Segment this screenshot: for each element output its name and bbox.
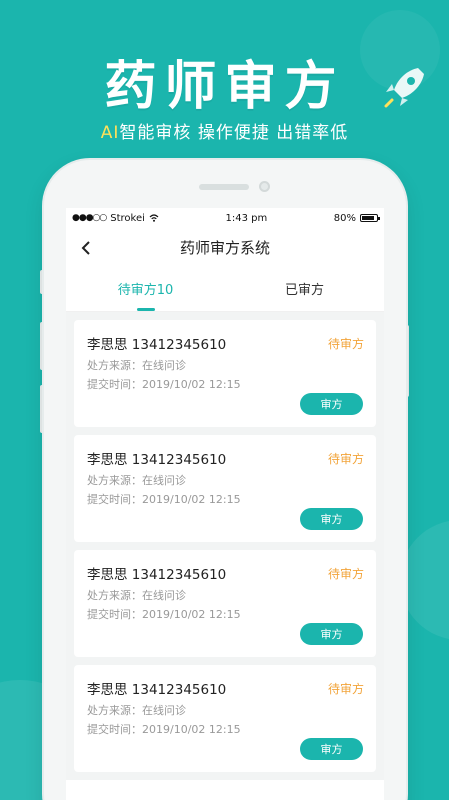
chevron-left-icon bbox=[81, 241, 90, 255]
patient-name-phone: 李思思 13412345610 bbox=[87, 567, 227, 583]
hero-subtitle-accent: AI bbox=[100, 123, 120, 143]
patient-name-phone: 李思思 13412345610 bbox=[87, 682, 227, 698]
submit-time: 提交时间：2019/10/02 12:15 bbox=[87, 378, 241, 391]
status-bar-right: 80% bbox=[333, 212, 380, 224]
status-bar-left: ●●●○○ Strokei bbox=[72, 213, 159, 224]
tab-reviewed[interactable]: 已审方 bbox=[225, 266, 384, 311]
carrier-name: Strokei bbox=[110, 212, 145, 224]
review-button[interactable]: 审方 bbox=[300, 393, 363, 415]
prescription-card[interactable]: 李思思 13412345610 待审方 处方来源：在线问诊 提交时间：2019/… bbox=[74, 320, 376, 427]
submit-time: 提交时间：2019/10/02 12:15 bbox=[87, 723, 241, 736]
tab-pending-label: 待审方10 bbox=[117, 283, 174, 298]
tab-reviewed-label: 已审方 bbox=[284, 283, 324, 298]
phone-speaker bbox=[199, 184, 249, 190]
review-button[interactable]: 审方 bbox=[300, 738, 363, 760]
back-button[interactable] bbox=[74, 236, 98, 260]
hero-subtitle-text: 智能审核 操作便捷 出错率低 bbox=[119, 123, 349, 143]
review-button[interactable]: 审方 bbox=[300, 508, 363, 530]
status-time: 1:43 pm bbox=[225, 212, 268, 224]
prescription-card[interactable]: 李思思 13412345610 待审方 处方来源：在线问诊 提交时间：2019/… bbox=[74, 550, 376, 657]
status-bar: ●●●○○ Strokei 1:43 pm 80% bbox=[66, 208, 384, 228]
page-title: 药师审方系统 bbox=[179, 238, 270, 257]
tab-active-indicator bbox=[136, 308, 155, 311]
hero-subtitle: AI智能审核 操作便捷 出错率低 bbox=[0, 118, 449, 143]
review-button[interactable]: 审方 bbox=[300, 623, 363, 645]
status-badge: 待审方 bbox=[327, 566, 364, 581]
prescription-source: 处方来源：在线问诊 bbox=[87, 704, 186, 717]
status-badge: 待审方 bbox=[327, 336, 364, 351]
prescription-card[interactable]: 李思思 13412345610 待审方 处方来源：在线问诊 提交时间：2019/… bbox=[74, 435, 376, 542]
phone-camera bbox=[259, 181, 270, 192]
rocket-icon bbox=[384, 68, 424, 108]
tab-pending[interactable]: 待审方10 bbox=[66, 266, 225, 311]
nav-bar: 药师审方系统 bbox=[66, 228, 384, 266]
decor-bubble bbox=[400, 520, 449, 640]
status-badge: 待审方 bbox=[327, 681, 364, 696]
patient-name-phone: 李思思 13412345610 bbox=[87, 337, 227, 353]
prescription-card[interactable]: 李思思 13412345610 待审方 处方来源：在线问诊 提交时间：2019/… bbox=[74, 665, 376, 772]
status-badge: 待审方 bbox=[327, 451, 364, 466]
tab-bar: 待审方10 已审方 bbox=[66, 266, 384, 312]
signal-icon: ●●●○○ bbox=[72, 213, 107, 223]
wifi-icon bbox=[149, 214, 159, 222]
battery-icon bbox=[359, 214, 380, 222]
prescription-source: 处方来源：在线问诊 bbox=[87, 474, 186, 487]
prescription-source: 处方来源：在线问诊 bbox=[87, 359, 186, 372]
phone-frame: ●●●○○ Strokei 1:43 pm 80% 药师审方系统 待审方10 已… bbox=[44, 160, 406, 800]
submit-time: 提交时间：2019/10/02 12:15 bbox=[87, 608, 241, 621]
prescription-source: 处方来源：在线问诊 bbox=[87, 589, 186, 602]
patient-name-phone: 李思思 13412345610 bbox=[87, 452, 227, 468]
app-screen: ●●●○○ Strokei 1:43 pm 80% 药师审方系统 待审方10 已… bbox=[66, 208, 384, 800]
battery-percent: 80% bbox=[333, 212, 356, 224]
prescription-list: 李思思 13412345610 待审方 处方来源：在线问诊 提交时间：2019/… bbox=[66, 312, 384, 780]
submit-time: 提交时间：2019/10/02 12:15 bbox=[87, 493, 241, 506]
